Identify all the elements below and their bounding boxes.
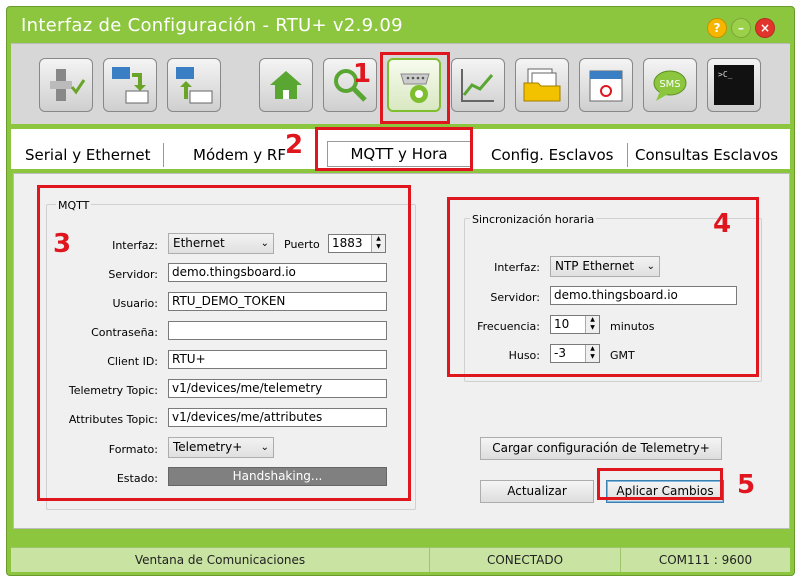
annotation-box-1 <box>380 52 450 124</box>
app-window: Interfaz de Configuración - RTU+ v2.9.09… <box>6 6 795 576</box>
sms-button[interactable]: SMS <box>643 58 697 112</box>
tab-modem-rf[interactable]: Módem y RF <box>193 143 286 167</box>
help-button[interactable]: ? <box>707 18 727 38</box>
tab-separator <box>627 143 628 167</box>
refresh-button[interactable]: Actualizar <box>480 480 594 503</box>
home-icon <box>270 71 302 99</box>
status-port: COM111 : 9600 <box>658 553 753 567</box>
chart-button[interactable] <box>451 58 505 112</box>
chart-icon <box>461 69 494 102</box>
device-check-icon <box>50 69 86 101</box>
upload-rtu-button[interactable] <box>167 58 221 112</box>
minimize-button[interactable]: – <box>731 18 751 38</box>
annotation-number-2: 2 <box>285 130 304 160</box>
close-button[interactable]: × <box>755 18 775 38</box>
device-check-button[interactable] <box>39 58 93 112</box>
sms-icon-text: SMS <box>659 79 680 90</box>
title-bar: Interfaz de Configuración - RTU+ v2.9.09… <box>7 7 794 43</box>
download-rtu-icon <box>112 67 149 104</box>
upload-rtu-icon <box>176 67 213 104</box>
terminal-icon: >C_ <box>714 65 754 105</box>
annotation-box-5 <box>597 468 723 500</box>
terminal-button[interactable]: >C_ <box>707 58 761 112</box>
annotation-number-5: 5 <box>737 470 756 500</box>
tab-query-slaves[interactable]: Consultas Esclavos <box>635 143 778 167</box>
calendar-button[interactable] <box>579 58 633 112</box>
annotation-number-1: 1 <box>353 59 372 89</box>
tab-config-slaves[interactable]: Config. Esclavos <box>491 143 613 167</box>
annotation-number-4: 4 <box>713 209 732 239</box>
annotation-box-2 <box>315 127 473 171</box>
folders-button[interactable] <box>515 58 569 112</box>
window-title: Interfaz de Configuración - RTU+ v2.9.09 <box>21 15 403 36</box>
home-button[interactable] <box>259 58 313 112</box>
status-comm-window[interactable]: Ventana de Comunicaciones <box>11 548 429 572</box>
status-connection: CONECTADO <box>486 553 564 567</box>
download-rtu-button[interactable] <box>103 58 157 112</box>
tab-separator <box>163 143 164 167</box>
annotation-number-3: 3 <box>53 229 72 259</box>
tab-serial-ethernet[interactable]: Serial y Ethernet <box>25 143 150 167</box>
load-telemetry-button[interactable]: Cargar configuración de Telemetry+ <box>480 437 722 460</box>
annotation-box-3 <box>37 185 411 501</box>
status-bar: Ventana de Comunicaciones CONECTADO COM1… <box>11 547 790 572</box>
sms-icon: SMS <box>653 70 687 101</box>
terminal-icon-text: >C_ <box>718 70 733 79</box>
folders-icon <box>523 68 561 102</box>
calendar-icon <box>589 70 623 102</box>
